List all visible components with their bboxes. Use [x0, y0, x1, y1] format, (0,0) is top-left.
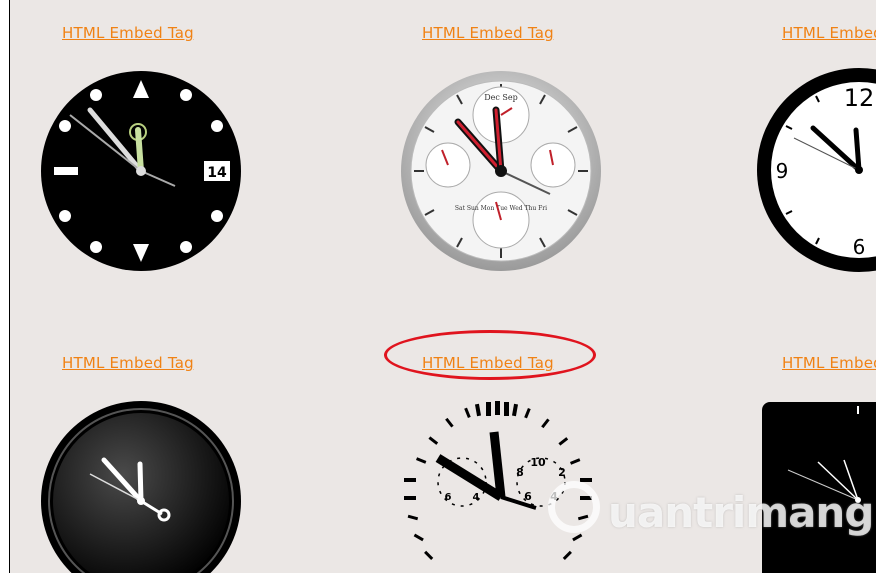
subdial-top-text: Dec Sep	[484, 93, 518, 102]
embed-link-3[interactable]: HTML Embed Tag	[782, 24, 876, 42]
dial-number-6: 6	[524, 490, 532, 503]
embed-link-1[interactable]: HTML Embed Tag	[62, 24, 194, 42]
number-6: 6	[853, 235, 866, 259]
embed-link-4[interactable]: HTML Embed Tag	[62, 354, 194, 372]
clock-classic[interactable]: 12 9 6	[756, 66, 876, 276]
date-text: 14	[207, 165, 227, 181]
clock-chronograph[interactable]: Dec Sep Sat Sun Mon Tue Wed Thu Fri	[400, 70, 602, 272]
clock-black-square[interactable]	[760, 400, 876, 573]
watermark-text: uantrimang	[608, 488, 874, 537]
svg-text:6: 6	[445, 492, 452, 503]
svg-text:4: 4	[473, 492, 480, 503]
embed-link-2[interactable]: HTML Embed Tag	[422, 24, 554, 42]
highlight-ellipse	[384, 330, 596, 380]
number-12: 12	[844, 84, 875, 112]
watermark-logo-icon	[548, 481, 600, 533]
page-left-border	[0, 0, 10, 573]
clock-diver[interactable]: 14	[40, 70, 242, 272]
dial-number-8: 8	[516, 466, 524, 479]
number-9: 9	[776, 159, 789, 183]
subdial-bottom-text: Sat Sun Mon Tue Wed Thu Fri	[455, 205, 547, 212]
clock-black-round[interactable]	[40, 400, 242, 573]
embed-link-6[interactable]: HTML Embed Tag	[782, 354, 876, 372]
